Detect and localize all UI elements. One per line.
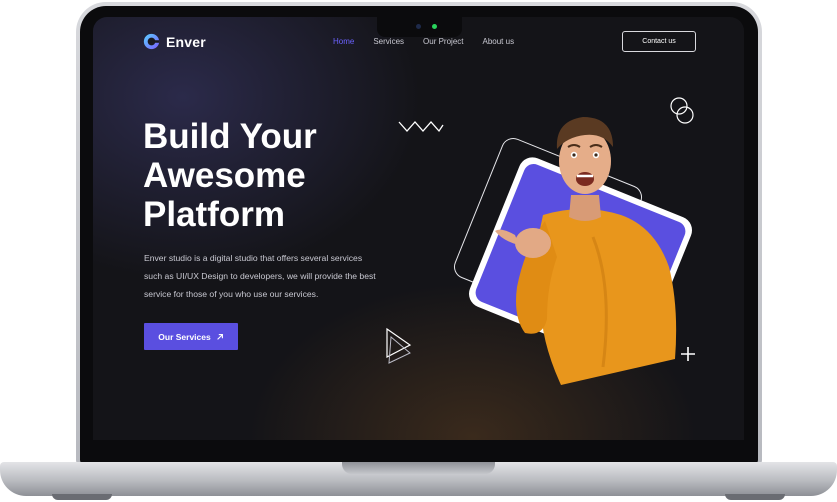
nav-item-home[interactable]: Home [333, 37, 354, 46]
camera-led [432, 24, 437, 29]
description-line: such as UI/UX Design to developers, we w… [144, 271, 376, 281]
description-line: service for those of you who use our ser… [144, 289, 319, 299]
main-nav: Home Services Our Project About us [333, 37, 533, 46]
nav-item-our-project[interactable]: Our Project [423, 37, 463, 46]
our-services-button[interactable]: Our Services [144, 323, 238, 350]
hero-description: Enver studio is a digital studio that of… [144, 249, 404, 303]
description-line: Enver studio is a digital studio that of… [144, 253, 363, 263]
play-icon [386, 327, 412, 364]
hero-title: Build Your Awesome Platform [143, 117, 373, 234]
camera-notch [377, 17, 462, 37]
cta-label: Our Services [158, 331, 211, 342]
laptop-opening-notch [342, 462, 495, 474]
nav-item-services[interactable]: Services [373, 37, 404, 46]
laptop-foot [52, 494, 112, 500]
laptop-foot [725, 494, 785, 500]
contact-button[interactable]: Contact us [622, 31, 696, 52]
smiling-man-photo [495, 117, 677, 385]
laptop-screen: Enver Home Services Our Project About us… [93, 17, 744, 440]
logo-icon [143, 33, 160, 50]
zigzag-icon [398, 121, 444, 133]
camera-icon [416, 24, 421, 29]
brand-logo[interactable]: Enver [143, 33, 206, 50]
hero-image [443, 97, 703, 397]
hero-title-line: Platform [143, 195, 285, 234]
hero-title-line: Build Your [143, 117, 317, 156]
brand-name: Enver [166, 33, 206, 50]
arrow-up-right-icon [216, 333, 223, 340]
hero-title-line: Awesome [143, 156, 306, 195]
nav-item-about-us[interactable]: About us [483, 37, 515, 46]
